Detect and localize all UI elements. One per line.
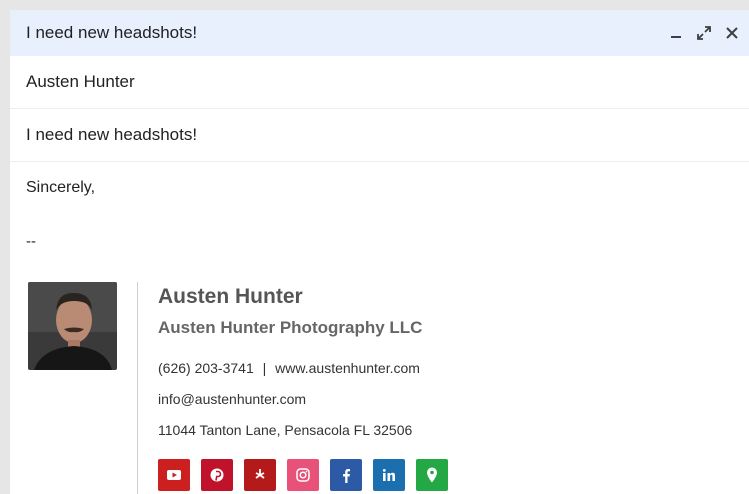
email-link[interactable]: info@austenhunter.com: [158, 391, 448, 407]
phone-number[interactable]: (626) 203-3741: [158, 360, 254, 376]
social-icons: [158, 459, 448, 491]
subject-value: I need new headshots!: [26, 125, 198, 144]
window-controls: [667, 24, 741, 42]
signature-separator: --: [26, 233, 36, 250]
yelp-icon[interactable]: [244, 459, 276, 491]
signature-company: Austen Hunter Photography LLC: [158, 318, 423, 337]
headshot-photo: [28, 282, 117, 370]
message-body[interactable]: Sincerely, --: [10, 179, 749, 250]
subject-field[interactable]: I need new headshots!: [10, 109, 749, 162]
compose-title: I need new headshots!: [26, 23, 198, 42]
expand-icon[interactable]: [695, 24, 713, 42]
to-field[interactable]: Austen Hunter: [10, 56, 749, 109]
compose-titlebar[interactable]: I need new headshots!: [10, 10, 749, 56]
email-signature: Austen Hunter Austen Hunter Photography …: [28, 282, 448, 494]
signature-divider: [137, 282, 138, 494]
compose-window: I need new headshots! Austen Hunter I ne…: [10, 10, 749, 494]
linkedin-icon[interactable]: [373, 459, 405, 491]
to-recipient: Austen Hunter: [26, 72, 135, 91]
address-text: 11044 Tanton Lane, Pensacola FL 32506: [158, 422, 413, 438]
pinterest-icon[interactable]: [201, 459, 233, 491]
minimize-icon[interactable]: [667, 24, 685, 42]
youtube-icon[interactable]: [158, 459, 190, 491]
instagram-icon[interactable]: [287, 459, 319, 491]
map-pin-icon[interactable]: [416, 459, 448, 491]
contact-line: (626) 203-3741 | www.austenhunter.com: [158, 360, 448, 376]
website-link[interactable]: www.austenhunter.com: [275, 360, 420, 376]
facebook-icon[interactable]: [330, 459, 362, 491]
close-icon[interactable]: [723, 24, 741, 42]
signature-info: Austen Hunter Austen Hunter Photography …: [158, 282, 448, 494]
signature-name: Austen Hunter: [158, 285, 303, 308]
contact-separator: |: [262, 360, 267, 376]
closing-text: Sincerely,: [26, 179, 96, 196]
